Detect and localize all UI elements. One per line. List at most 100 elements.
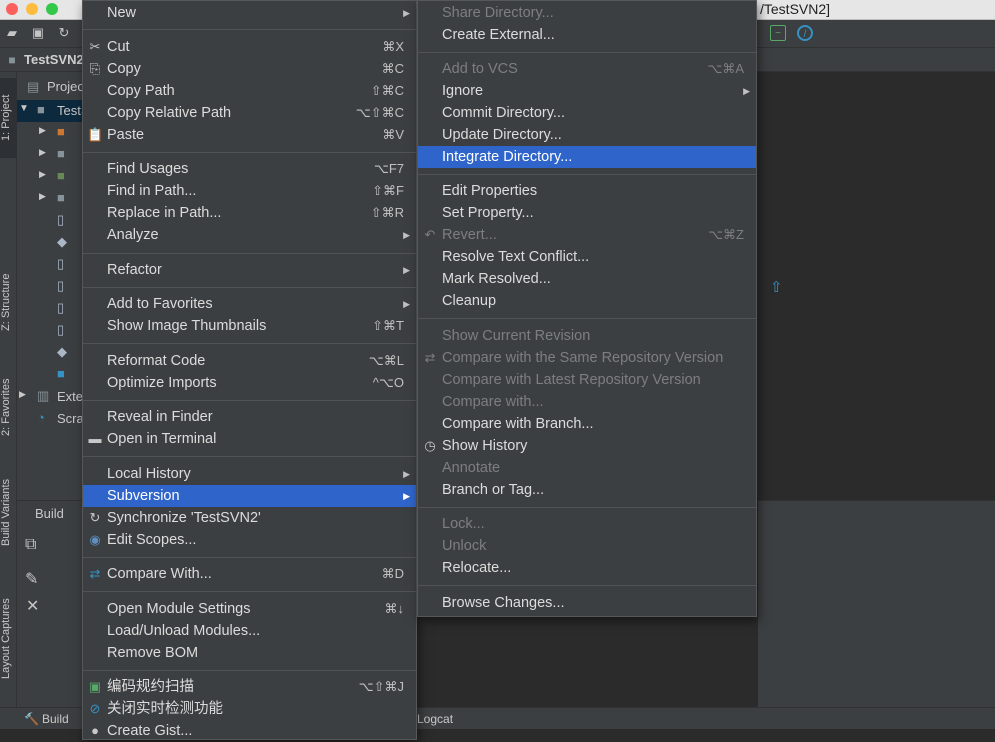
menu-item-label: Edit Properties (442, 183, 538, 199)
tree-row[interactable]: ▶ ■ (17, 122, 82, 144)
menu-item-open-module-settings[interactable]: Open Module Settings ⌘↓ (83, 598, 416, 620)
tree-row[interactable]: ▯ (17, 320, 82, 342)
sync-icon[interactable]: ↻ (56, 25, 72, 41)
tree-row[interactable]: ▯ (17, 254, 82, 276)
tab-structure[interactable]: Z: Structure (0, 262, 17, 342)
menu-item-edit-properties[interactable]: Edit Properties (418, 180, 756, 202)
menu-item-edit-scopes[interactable]: ◉ Edit Scopes... (83, 529, 416, 551)
breadcrumb-project[interactable]: TestSVN2 (24, 52, 84, 67)
menu-item-browse-changes[interactable]: Browse Changes... (418, 592, 756, 614)
menu-item-compare-with[interactable]: Compare with... (418, 391, 756, 413)
tab-build-variants[interactable]: Build Variants (0, 467, 17, 557)
menu-item-create-gist[interactable]: ● Create Gist... (83, 720, 416, 742)
menu-item-optimize-imports[interactable]: Optimize Imports ^⌥O (83, 372, 416, 394)
save-icon[interactable]: ▣ (30, 25, 46, 41)
menu-separator (418, 507, 756, 508)
menu-item-disable-realtime-detection[interactable]: ⊘ 关闭实时检测功能 (83, 698, 416, 720)
menu-item-commit-directory[interactable]: Commit Directory... (418, 102, 756, 124)
menu-item-share-directory[interactable]: Share Directory... (418, 2, 756, 24)
menu-item-lock[interactable]: Lock... (418, 513, 756, 535)
tree-row[interactable]: ▯ (17, 276, 82, 298)
menu-item-label: Load/Unload Modules... (107, 623, 261, 639)
menu-item-add-to-vcs[interactable]: Add to VCS ⌥⌘A (418, 58, 756, 80)
menu-item-compare-latest-repo-version[interactable]: Compare with Latest Repository Version (418, 369, 756, 391)
menu-item-relocate[interactable]: Relocate... (418, 557, 756, 579)
build-tab[interactable]: Build (42, 712, 69, 726)
menu-item-code-scan[interactable]: ▣ 编码规约扫描 ⌥⇧⌘J (83, 676, 416, 698)
menu-item-new[interactable]: New ▶ (83, 2, 416, 24)
menu-item-update-directory[interactable]: Update Directory... (418, 124, 756, 146)
menu-item-unlock[interactable]: Unlock (418, 535, 756, 557)
menu-item-cleanup[interactable]: Cleanup (418, 290, 756, 312)
menu-item-paste[interactable]: 📋 Paste ⌘V (83, 124, 416, 146)
menu-item-reformat-code[interactable]: Reformat Code ⌥⌘L (83, 350, 416, 372)
menu-item-show-image-thumbnails[interactable]: Show Image Thumbnails ⇧⌘T (83, 315, 416, 337)
menu-item-copy-relative-path[interactable]: Copy Relative Path ⌥⇧⌘C (83, 102, 416, 124)
zoom-window-button[interactable] (46, 3, 58, 15)
menu-item-open-in-terminal[interactable]: ▬ Open in Terminal (83, 428, 416, 450)
menu-item-find-usages[interactable]: Find Usages ⌥F7 (83, 158, 416, 180)
tree-row-external-libraries[interactable]: ▶▥External Libraries (17, 386, 82, 408)
disable-detection-icon[interactable]: / (797, 25, 813, 41)
tree-root[interactable]: ▼ ■ TestSVN2 (17, 100, 82, 122)
menu-item-local-history[interactable]: Local History ▶ (83, 463, 416, 485)
tree-row[interactable]: ◆ (17, 232, 82, 254)
rerun-icon[interactable]: ⧉ (25, 536, 36, 554)
menu-separator (418, 174, 756, 175)
file-icon: ▯ (57, 300, 65, 315)
menu-item-load-unload-modules[interactable]: Load/Unload Modules... (83, 620, 416, 642)
menu-item-annotate[interactable]: Annotate (418, 457, 756, 479)
tab-favorites[interactable]: 2: Favorites (0, 362, 17, 452)
menu-item-copy-path[interactable]: Copy Path ⇧⌘C (83, 80, 416, 102)
menu-item-compare-with-branch[interactable]: Compare with Branch... (418, 413, 756, 435)
paste-icon: 📋 (87, 127, 104, 142)
scratches-icon: ◔ (37, 410, 45, 425)
tree-row[interactable]: ▶ ■ (17, 166, 82, 188)
menu-item-integrate-directory[interactable]: Integrate Directory... (418, 146, 756, 168)
tree-row[interactable]: ■ (17, 364, 82, 386)
tree-row[interactable]: ▶ ■ (17, 144, 82, 166)
menu-item-analyze[interactable]: Analyze ▶ (83, 224, 416, 246)
menu-item-mark-resolved[interactable]: Mark Resolved... (418, 268, 756, 290)
menu-item-show-current-revision[interactable]: Show Current Revision (418, 325, 756, 347)
tree-row[interactable]: ▯ (17, 210, 82, 232)
tree-row[interactable]: ▯ (17, 298, 82, 320)
menu-item-replace-in-path[interactable]: Replace in Path... ⇧⌘R (83, 202, 416, 224)
minimize-window-button[interactable] (26, 3, 38, 15)
menu-item-create-external[interactable]: Create External... (418, 24, 756, 46)
tree-row[interactable]: ▶ ■ (17, 188, 82, 210)
menu-item-label: Analyze (107, 227, 159, 243)
menu-item-copy[interactable]: ⎘ Copy ⌘C (83, 58, 416, 80)
menu-item-compare-with[interactable]: ⇄ Compare With... ⌘D (83, 563, 416, 585)
menu-item-branch-or-tag[interactable]: Branch or Tag... (418, 479, 756, 501)
tab-layout-captures[interactable]: Layout Captures (0, 584, 17, 694)
close-icon[interactable]: ✕ (26, 596, 39, 616)
menu-item-add-to-favorites[interactable]: Add to Favorites ▶ (83, 293, 416, 315)
menu-item-ignore[interactable]: Ignore ▶ (418, 80, 756, 102)
menu-item-set-property[interactable]: Set Property... (418, 202, 756, 224)
menu-item-compare-same-repo-version[interactable]: ⇄ Compare with the Same Repository Versio… (418, 347, 756, 369)
tree-row[interactable]: ◆ (17, 342, 82, 364)
tab-project[interactable]: 1: Project (0, 78, 17, 158)
pin-icon[interactable]: ✎ (25, 569, 38, 589)
close-window-button[interactable] (6, 3, 18, 15)
code-scan-icon[interactable]: ~ (770, 25, 786, 41)
menu-item-find-in-path[interactable]: Find in Path... ⇧⌘F (83, 180, 416, 202)
menu-item-resolve-text-conflict[interactable]: Resolve Text Conflict... (418, 246, 756, 268)
open-folder-icon[interactable]: ▰ (4, 25, 20, 41)
menu-item-label: Open Module Settings (107, 601, 251, 617)
gradle-icon: ◆ (57, 234, 67, 249)
logcat-tab[interactable]: Logcat (417, 712, 453, 726)
menu-item-label: Compare With... (107, 566, 212, 582)
menu-item-revert[interactable]: ↶ Revert... ⌥⌘Z (418, 224, 756, 246)
menu-item-reveal-in-finder[interactable]: Reveal in Finder (83, 406, 416, 428)
menu-item-synchronize[interactable]: ↻ Synchronize 'TestSVN2' (83, 507, 416, 529)
menu-item-refactor[interactable]: Refactor ▶ (83, 259, 416, 281)
menu-item-show-history[interactable]: ◷ Show History (418, 435, 756, 457)
menu-item-remove-bom[interactable]: Remove BOM (83, 642, 416, 664)
tree-row-scratches[interactable]: ◔ Scratches and Consoles (17, 408, 82, 430)
project-panel-header[interactable]: ▤ Project (17, 76, 87, 98)
menu-item-label: Show History (442, 438, 528, 454)
menu-item-cut[interactable]: ✂ Cut ⌘X (83, 36, 416, 58)
menu-item-subversion[interactable]: Subversion ▶ (83, 485, 416, 507)
